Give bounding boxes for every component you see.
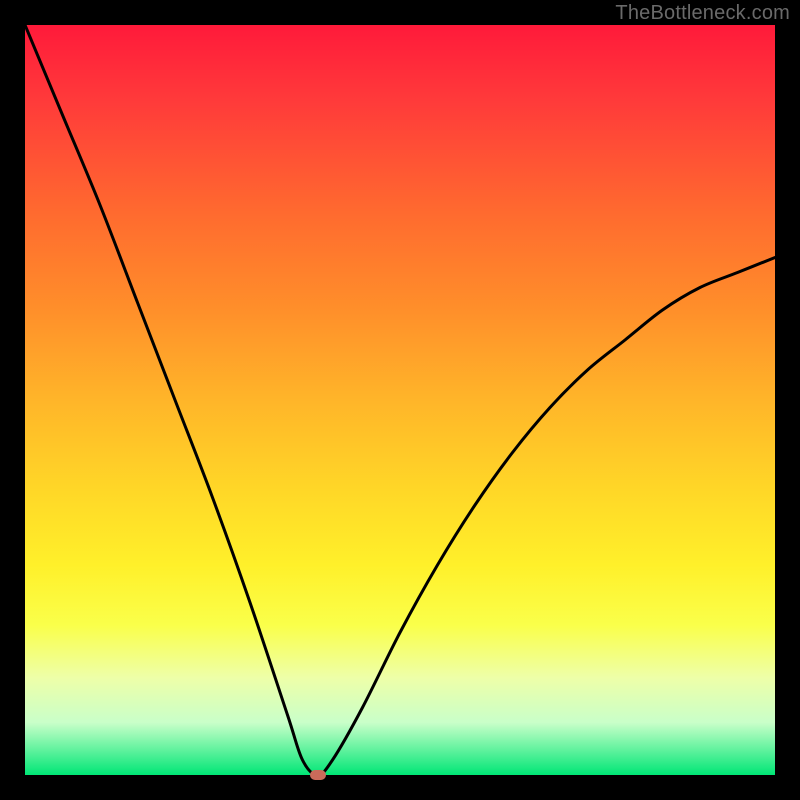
chart-frame: TheBottleneck.com	[0, 0, 800, 800]
plot-area	[25, 25, 775, 775]
bottleneck-curve	[25, 25, 775, 775]
optimal-marker	[310, 770, 326, 780]
watermark-text: TheBottleneck.com	[615, 2, 790, 25]
